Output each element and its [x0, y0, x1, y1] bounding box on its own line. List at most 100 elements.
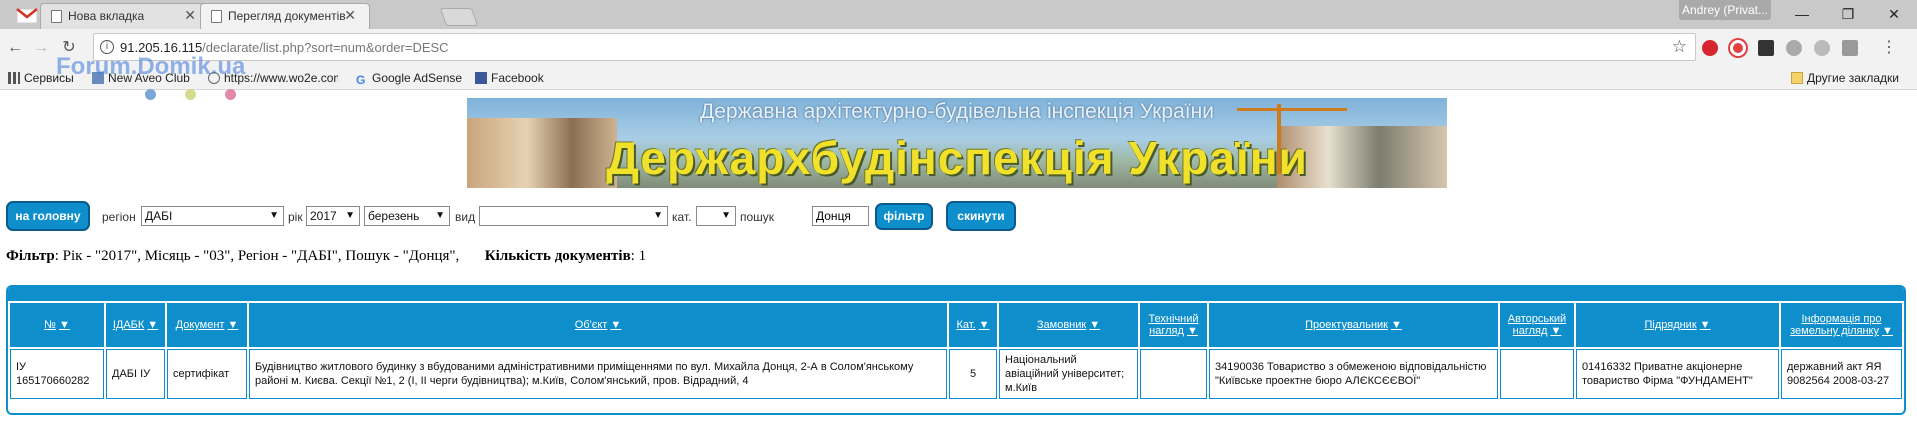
type-label: вид	[455, 210, 476, 224]
column-header-designer[interactable]: Проектувальник ▼	[1209, 303, 1498, 347]
chevron-down-icon: ▼	[345, 210, 355, 221]
folder-icon	[1791, 72, 1803, 84]
category-label: кат.	[672, 210, 692, 224]
table-row: ІУ 165170660282 ДАБІ ІУ сертифікат Будів…	[10, 349, 1902, 399]
info-icon[interactable]: i	[100, 40, 114, 54]
sort-arrow-icon: ▼	[1391, 319, 1402, 331]
bookmark-facebook[interactable]: Facebook	[475, 71, 544, 85]
address-bar[interactable]: i 91.205.16.115/declarate/list.php?sort=…	[93, 33, 1696, 61]
cell-contractor: 01416332 Приватне акціонерне товариство …	[1576, 349, 1779, 399]
cell-num: ІУ 165170660282	[10, 349, 104, 399]
watermark: Forum.Domik.ua	[56, 53, 246, 80]
opera-extension-icon[interactable]	[1702, 40, 1718, 56]
sort-arrow-icon: ▼	[227, 319, 239, 331]
bookmarks-bar: Сервисы New Aveo Club https://www.wo2e.c…	[0, 67, 1917, 90]
column-header-label: Кат.	[956, 319, 976, 331]
cloud-extension-icon[interactable]	[1814, 40, 1830, 56]
close-icon[interactable]: ✕	[184, 7, 196, 24]
filter-summary-text: : Рік - "2017", Місяць - "03", Регіон - …	[54, 248, 460, 264]
profile-badge[interactable]: Andrey (Privat...	[1679, 0, 1771, 20]
home-button[interactable]: на головну	[6, 201, 90, 231]
column-header-object[interactable]: Об'єкт ▼	[249, 303, 947, 347]
page-icon	[211, 10, 222, 23]
type-select[interactable]: ▼	[479, 206, 668, 226]
minimize-icon[interactable]: —	[1779, 2, 1825, 26]
sort-arrow-icon: ▼	[1186, 325, 1198, 337]
bookmark-adsense[interactable]: G Google AdSense	[356, 71, 462, 86]
cell-object: Будівництво житлового будинку з вбудован…	[249, 349, 947, 399]
region-select[interactable]: ДАБІ ▼	[141, 206, 284, 226]
column-header-author-supervision[interactable]: Авторський нагляд ▼	[1500, 303, 1574, 347]
category-select[interactable]: ▼	[696, 206, 736, 226]
sort-arrow-icon: ▼	[978, 319, 990, 331]
cell-author-supervision	[1500, 349, 1574, 399]
menu-icon[interactable]: ⋮	[1878, 37, 1900, 59]
cell-designer: 34190036 Товариство з обмеженою відповід…	[1209, 349, 1498, 399]
cell-category: 5	[949, 349, 997, 399]
year-label: рік	[288, 210, 303, 224]
bookmark-star-icon[interactable]: ☆	[1672, 37, 1687, 57]
chevron-down-icon: ▼	[435, 210, 445, 221]
table-top-strip	[8, 287, 1904, 301]
checkbox-extension-icon[interactable]	[1842, 40, 1858, 56]
tab-new[interactable]: Нова вкладка ✕	[40, 3, 210, 30]
banner-title: Держархбудінспекція України	[606, 132, 1308, 184]
cell-customer: Національний авіаційний університет; м.К…	[999, 349, 1138, 399]
forward-icon[interactable]: →	[30, 37, 52, 59]
search-input[interactable]: Донця	[812, 206, 869, 226]
cell-document: сертифікат	[167, 349, 247, 399]
column-header-idabk[interactable]: ІДАБК ▼	[106, 303, 165, 347]
column-header-customer[interactable]: Замовник ▼	[999, 303, 1138, 347]
browser-toolbar: ← → ↻ i 91.205.16.115/declarate/list.php…	[0, 29, 1917, 67]
year-select[interactable]: 2017 ▼	[306, 206, 360, 226]
column-header-label: Інформація про земельну ділянку	[1790, 313, 1882, 337]
reset-button[interactable]: скинути	[946, 201, 1016, 231]
tab-documents[interactable]: Перегляд документів ✕	[200, 3, 370, 30]
column-header-tech-supervision[interactable]: Технічний нагляд ▼	[1140, 303, 1207, 347]
filter-button[interactable]: фільтр	[875, 203, 933, 230]
bookmark-label: Facebook	[491, 71, 544, 85]
close-window-icon[interactable]: ✕	[1871, 2, 1917, 26]
results-table-container: № ▼ ІДАБК ▼ Документ ▼ Об'єкт ▼ Кат. ▼ Замовн…	[6, 285, 1906, 415]
month-value: березень	[368, 209, 420, 223]
sort-arrow-icon: ▼	[1699, 319, 1711, 331]
region-label: регіон	[102, 210, 136, 224]
sort-arrow-icon: ▼	[610, 319, 622, 331]
column-header-label: Підрядник	[1644, 319, 1697, 331]
search-label: пошук	[740, 210, 775, 224]
document-count-value: : 1	[630, 248, 647, 264]
browser-tab-bar: Нова вкладка ✕ Перегляд документів ✕ And…	[0, 0, 1917, 30]
incognito-extension-icon[interactable]	[1758, 40, 1774, 56]
sort-arrow-icon: ▼	[1550, 325, 1562, 337]
watermark-dot	[225, 89, 236, 100]
column-header-contractor[interactable]: Підрядник ▼	[1576, 303, 1779, 347]
tab-title: Нова вкладка	[68, 9, 145, 23]
table-header-row: № ▼ ІДАБК ▼ Документ ▼ Об'єкт ▼ Кат. ▼ Замовн…	[10, 303, 1902, 347]
filter-summary: Фільтр: Рік - "2017", Місяць - "03", Рег…	[6, 248, 646, 265]
chat-extension-icon[interactable]	[1786, 40, 1802, 56]
bookmark-other[interactable]: Другие закладки	[1791, 71, 1899, 85]
cell-idabk: ДАБІ ІУ	[106, 349, 165, 399]
column-header-label: №	[44, 319, 56, 331]
tab-title: Перегляд документів	[228, 9, 346, 23]
column-header-num[interactable]: № ▼	[10, 303, 104, 347]
restore-icon[interactable]: ❐	[1825, 2, 1871, 26]
column-header-document[interactable]: Документ ▼	[167, 303, 247, 347]
chevron-down-icon: ▼	[721, 210, 731, 221]
facebook-icon	[475, 72, 487, 84]
results-table: № ▼ ІДАБК ▼ Документ ▼ Об'єкт ▼ Кат. ▼ Замовн…	[8, 301, 1904, 401]
column-header-category[interactable]: Кат. ▼	[949, 303, 997, 347]
column-header-label: Проектувальник	[1305, 319, 1388, 331]
close-icon[interactable]: ✕	[344, 7, 356, 24]
sort-arrow-icon: ▼	[1089, 319, 1101, 331]
document-count-label: Кількість документів	[484, 248, 631, 264]
column-header-label: Замовник	[1036, 319, 1087, 331]
new-tab-button[interactable]	[439, 8, 479, 26]
back-icon[interactable]: ←	[4, 37, 26, 59]
record-extension-icon[interactable]	[1730, 40, 1746, 56]
banner-subtitle: Державна архітектурно-будівельна інспекц…	[700, 100, 1214, 123]
column-header-label: Об'єкт	[574, 319, 608, 331]
month-select[interactable]: березень ▼	[364, 206, 450, 226]
year-value: 2017	[310, 209, 337, 223]
column-header-land[interactable]: Інформація про земельну ділянку ▼	[1781, 303, 1902, 347]
